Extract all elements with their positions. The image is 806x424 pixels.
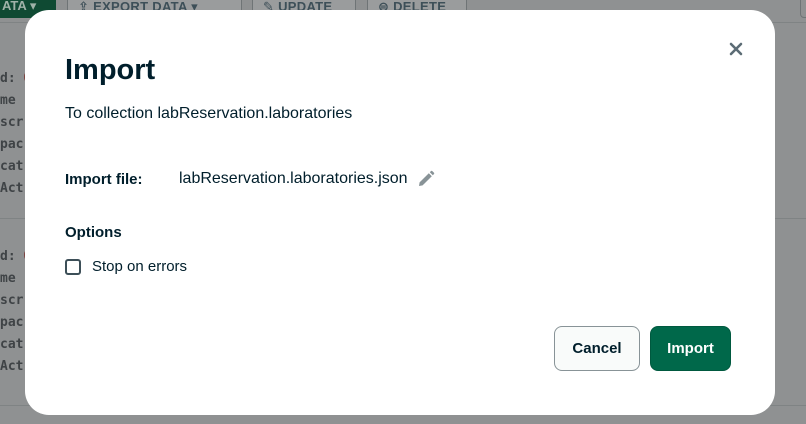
modal-title: Import — [65, 54, 156, 86]
import-button[interactable]: Import — [650, 326, 731, 371]
import-file-name: labReservation.laboratories.json — [179, 170, 408, 187]
import-modal: Import To collection labReservation.labo… — [25, 10, 775, 415]
stop-on-errors-option[interactable]: Stop on errors — [65, 258, 187, 275]
close-icon — [729, 42, 743, 56]
modal-subtitle: To collection labReservation.laboratorie… — [65, 105, 353, 122]
options-heading: Options — [65, 224, 122, 241]
background-right-button — [800, 0, 806, 18]
pencil-icon — [418, 170, 434, 186]
close-button[interactable] — [725, 38, 747, 60]
import-file-label: Import file: — [65, 170, 143, 188]
import-file-row: Import file: labReservation.laboratories… — [65, 168, 436, 190]
stop-on-errors-checkbox[interactable] — [65, 258, 81, 275]
stop-on-errors-label: Stop on errors — [92, 258, 188, 275]
edit-file-button[interactable] — [416, 169, 436, 189]
cancel-button[interactable]: Cancel — [554, 326, 640, 371]
